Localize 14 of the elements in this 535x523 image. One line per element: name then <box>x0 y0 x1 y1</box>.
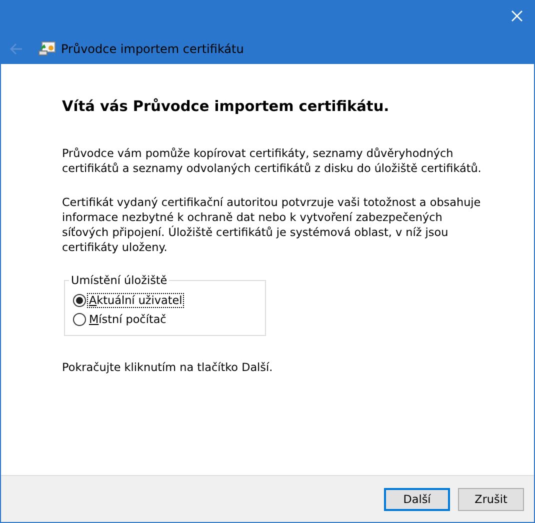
hint-text: Pokračujte kliknutím na tlačítko Další. <box>62 360 274 375</box>
radio-label[interactable]: Místní počítač <box>87 312 168 327</box>
close-icon[interactable] <box>511 10 523 22</box>
description-text: Certifikát vydaný certifikační autoritou potvrzuje vaši totožnost a obsahuje informace nezbytné k ochraně dat nebo k vytvoření zabezpečených síťových připojení. Úložiště certifikátů je systémová oblast, v níž jsou certifikáty uloženy. <box>62 195 482 255</box>
group-label: Umístění úložiště <box>70 274 168 287</box>
description-text: Průvodce vám pomůže kopírovat certifikáty, seznamy důvěryhodných certifikátů a seznamy odvolaných certifikátů z disku do úložiště certifikátů. <box>62 146 482 176</box>
wizard-heading: Vítá vás Průvodce importem certifikátu. <box>62 99 390 115</box>
radio-label[interactable]: Aktuální uživatel <box>87 293 184 308</box>
radio-button[interactable] <box>73 313 86 326</box>
dialog-button[interactable]: Zrušit <box>458 488 524 510</box>
window-title: Průvodce importem certifikátu <box>61 42 244 56</box>
dialog-button[interactable]: Další <box>384 488 450 510</box>
certificate-icon <box>38 40 56 58</box>
radio-button[interactable] <box>73 294 86 307</box>
